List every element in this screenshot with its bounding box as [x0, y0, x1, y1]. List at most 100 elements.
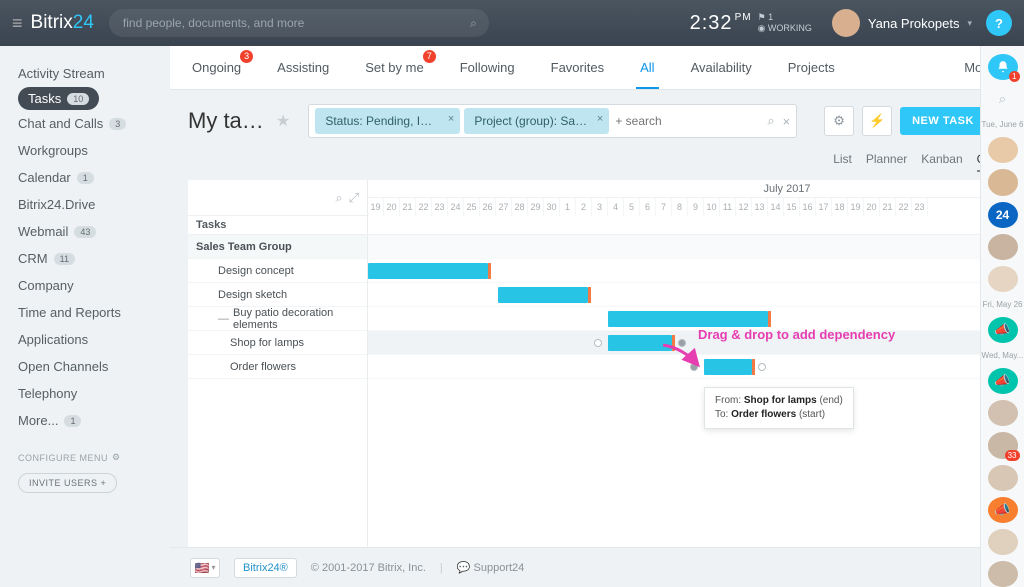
day-cell: 17: [816, 198, 832, 216]
clear-icon[interactable]: ×: [783, 114, 791, 129]
sidebar-item-applications[interactable]: Applications: [18, 326, 168, 353]
gantt-group-row[interactable]: Sales Team Group: [188, 235, 367, 259]
search-icon[interactable]: ⌕: [335, 190, 342, 206]
settings-gear-button[interactable]: ⚙: [824, 106, 854, 136]
support-link[interactable]: 💬 Support24: [457, 561, 525, 574]
gantt-grid-row[interactable]: [368, 283, 1006, 307]
dependency-handle[interactable]: [594, 339, 602, 347]
invite-users-button[interactable]: INVITE USERS +: [18, 473, 117, 493]
day-cell: 21: [880, 198, 896, 216]
gantt-grid-row[interactable]: [368, 307, 1006, 331]
logo[interactable]: Bitrix24: [31, 12, 94, 34]
rail-avatar[interactable]: [988, 465, 1018, 491]
dependency-handle[interactable]: [758, 363, 766, 371]
gantt-bar[interactable]: [498, 287, 588, 303]
gantt-left-head: ⌕ ⤢: [188, 180, 367, 216]
expand-icon[interactable]: ⤢: [349, 190, 359, 206]
sidebar-item-bitrix24-drive[interactable]: Bitrix24.Drive: [18, 191, 168, 218]
search-placeholder: find people, documents, and more: [123, 16, 304, 30]
tab-ongoing[interactable]: Ongoing3: [188, 47, 245, 88]
gantt-bar[interactable]: [368, 263, 488, 279]
close-icon[interactable]: ×: [448, 113, 454, 125]
tab-following[interactable]: Following: [456, 47, 519, 88]
favorite-star-icon[interactable]: ★: [276, 111, 290, 131]
sidebar-item-time-and-reports[interactable]: Time and Reports: [18, 299, 168, 326]
rail-avatar[interactable]: [988, 400, 1018, 426]
language-selector[interactable]: 🇺🇸 ▾: [190, 558, 220, 578]
sidebar-item-crm[interactable]: CRM11: [18, 245, 168, 272]
gantt-grid[interactable]: Drag & drop to add dependency From: Shop…: [368, 235, 1006, 587]
close-icon[interactable]: ×: [597, 113, 603, 125]
gantt-bar[interactable]: [608, 311, 768, 327]
rail-avatar[interactable]: [988, 266, 1018, 292]
tab-projects[interactable]: Projects: [784, 47, 839, 88]
filter-pill-project[interactable]: Project (group): Sales Te...×: [464, 108, 609, 134]
search-icon[interactable]: ⌕: [470, 16, 477, 31]
configure-menu[interactable]: CONFIGURE MENU ⚙: [18, 452, 168, 463]
filter-search-input[interactable]: [613, 112, 763, 130]
hamburger-icon[interactable]: ≡: [12, 13, 23, 34]
filter-bar[interactable]: Status: Pending, In progr...× Project (g…: [308, 104, 797, 138]
rail-avatar[interactable]: 33: [988, 432, 1018, 458]
sidebar-item-chat-and-calls[interactable]: Chat and Calls3: [18, 110, 168, 137]
filter-pill-status[interactable]: Status: Pending, In progr...×: [315, 108, 460, 134]
sidebar-item-tasks[interactable]: Tasks10: [18, 87, 99, 110]
rail-avatar[interactable]: [988, 234, 1018, 260]
sidebar-item-more-[interactable]: More...1: [18, 407, 168, 434]
sidebar-item-calendar[interactable]: Calendar1: [18, 164, 168, 191]
rail-avatar[interactable]: [988, 529, 1018, 555]
user-menu[interactable]: Yana Prokopets ▾: [832, 9, 972, 37]
day-cell: 10: [704, 198, 720, 216]
gantt-day-row: 1920212223242526272829301234567891011121…: [368, 198, 1006, 216]
view-planner[interactable]: Planner: [866, 152, 907, 172]
gantt-task-row[interactable]: Design sketch: [188, 283, 367, 307]
sidebar-item-telephony[interactable]: Telephony: [18, 380, 168, 407]
rail-announce-icon[interactable]: 📣: [988, 497, 1018, 523]
gantt-grid-row[interactable]: [368, 259, 1006, 283]
day-cell: 25: [464, 198, 480, 216]
logo-text2: 24: [73, 12, 94, 33]
day-cell: 20: [864, 198, 880, 216]
sidebar-item-activity-stream[interactable]: Activity Stream: [18, 60, 168, 87]
sidebar-item-company[interactable]: Company: [18, 272, 168, 299]
templates-button[interactable]: ⚡: [862, 106, 892, 136]
brand-badge[interactable]: Bitrix24®: [234, 558, 297, 578]
rail-avatar[interactable]: [988, 169, 1018, 195]
day-cell: 28: [512, 198, 528, 216]
rail-b24-icon[interactable]: 24: [988, 202, 1018, 228]
tab-assisting[interactable]: Assisting: [273, 47, 333, 88]
view-kanban[interactable]: Kanban: [921, 152, 962, 172]
tab-availability[interactable]: Availability: [687, 47, 756, 88]
sidebar-item-workgroups[interactable]: Workgroups: [18, 137, 168, 164]
day-cell: 5: [624, 198, 640, 216]
day-cell: 11: [720, 198, 736, 216]
rail-avatar[interactable]: [988, 137, 1018, 163]
rail-avatar[interactable]: [988, 561, 1018, 587]
sidebar-item-webmail[interactable]: Webmail43: [18, 218, 168, 245]
day-cell: 16: [800, 198, 816, 216]
gantt-grid-row[interactable]: [368, 235, 1006, 259]
gantt-task-row[interactable]: Design concept: [188, 259, 367, 283]
search-icon[interactable]: ⌕: [767, 113, 774, 129]
rail-announce-icon[interactable]: 📣: [988, 317, 1018, 343]
global-search[interactable]: find people, documents, and more ⌕: [109, 9, 489, 37]
day-cell: 23: [432, 198, 448, 216]
tab-all[interactable]: All: [636, 47, 658, 88]
tab-favorites[interactable]: Favorites: [547, 47, 608, 88]
collapse-icon[interactable]: —: [218, 313, 229, 325]
gantt-task-row[interactable]: Order flowers: [188, 355, 367, 379]
rail-search[interactable]: ⌕: [988, 86, 1018, 112]
help-button[interactable]: ?: [986, 10, 1012, 36]
gantt-bar[interactable]: [704, 359, 752, 375]
view-list[interactable]: List: [833, 152, 852, 172]
tab-set-by-me[interactable]: Set by me7: [361, 47, 428, 88]
gantt-task-row[interactable]: —Buy patio decoration elements: [188, 307, 367, 331]
day-cell: 13: [752, 198, 768, 216]
rail-announce-icon[interactable]: 📣: [988, 368, 1018, 394]
day-cell: 4: [608, 198, 624, 216]
day-cell: 18: [832, 198, 848, 216]
notifications-button[interactable]: 1: [988, 54, 1018, 80]
clock-block[interactable]: 2:32PM ⚑ 1 ◉ WORKING: [690, 12, 812, 35]
gantt-task-row[interactable]: Shop for lamps: [188, 331, 367, 355]
sidebar-item-open-channels[interactable]: Open Channels: [18, 353, 168, 380]
